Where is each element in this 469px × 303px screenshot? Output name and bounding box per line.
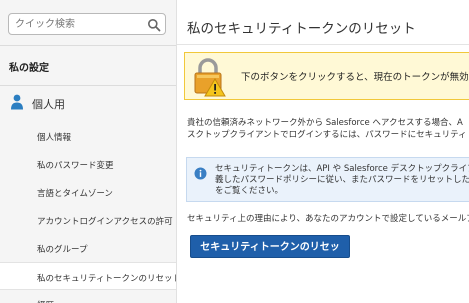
sidebar-item-label: 私のパスワード変更 (37, 161, 114, 171)
info-line: セキュリティトークンは、API や Salesforce デスクトップクライアン (215, 164, 469, 174)
sidebar-item-my-groups[interactable]: 私のグループ (0, 234, 176, 262)
title-divider (177, 44, 469, 45)
sidebar: 私の設定 個人用 個人情報 私のパスワード変更 言語とタイムゾーン アカウントロ… (0, 0, 177, 303)
lock-warning-icon (191, 57, 227, 97)
sidebar-item-history[interactable]: 経歴 (0, 290, 176, 303)
sidebar-divider (0, 45, 176, 46)
security-note: セキュリティ上の理由により、あなたのアカウントで設定しているメールア (187, 214, 469, 224)
sidebar-item-label: 私のグループ (37, 245, 88, 255)
info-text: セキュリティトークンは、API や Salesforce デスクトップクライアン… (215, 164, 469, 197)
page-title: 私のセキュリティトークンのリセット (187, 21, 416, 37)
sidebar-item-reset-token[interactable]: 私のセキュリティトークンのリセット (0, 262, 176, 290)
sidebar-item-personal-info[interactable]: 個人情報 (0, 122, 176, 150)
info-line: 義したパスワードポリシーに従い、またパスワードをリセットした際に (215, 175, 469, 185)
sidebar-item-language-timezone[interactable]: 言語とタイムゾーン (0, 178, 176, 206)
sidebar-divider (0, 85, 176, 86)
info-icon (194, 165, 207, 180)
search-input[interactable] (15, 16, 143, 32)
search-icon[interactable] (147, 17, 161, 32)
sidebar-item-change-password[interactable]: 私のパスワード変更 (0, 150, 176, 178)
sidebar-item-label: アカウントログインアクセスの許可 (37, 217, 173, 227)
search-box[interactable] (8, 13, 166, 35)
sidebar-item-label: 言語とタイムゾーン (37, 189, 113, 199)
description: 貴社の信頼済みネットワーク外から Salesforce へアクセスする場合、A … (187, 117, 469, 141)
sidebar-section-personal[interactable]: 個人用 (0, 89, 176, 119)
sidebar-item-label: 私のセキュリティトークンのリセット (37, 274, 177, 284)
sidebar-section-label: 個人用 (32, 98, 65, 111)
person-icon (10, 94, 24, 110)
main-content: 私のセキュリティトークンのリセット 下のボタンをクリックすると、現在のトークンが… (177, 0, 469, 303)
description-line: スクトップクライアントでログインするには、パスワードにセキュリティトークン (187, 130, 469, 140)
reset-token-button[interactable]: セキュリティトークンのリセット (190, 235, 350, 274)
info-line: をご覧ください。 (215, 186, 284, 196)
description-line: 貴社の信頼済みネットワーク外から Salesforce へアクセスする場合、A (187, 118, 463, 128)
sidebar-item-label: 経歴 (37, 299, 54, 303)
settings-title: 私の設定 (9, 63, 49, 74)
warning-text: 下のボタンをクリックすると、現在のトークンが無効になりま (241, 72, 469, 83)
sidebar-item-label: 個人情報 (37, 133, 72, 143)
warning-banner: 下のボタンをクリックすると、現在のトークンが無効になりま (184, 52, 469, 100)
info-box: セキュリティトークンは、API や Salesforce デスクトップクライアン… (186, 157, 469, 202)
sidebar-item-login-access[interactable]: アカウントログインアクセスの許可 (0, 206, 176, 234)
